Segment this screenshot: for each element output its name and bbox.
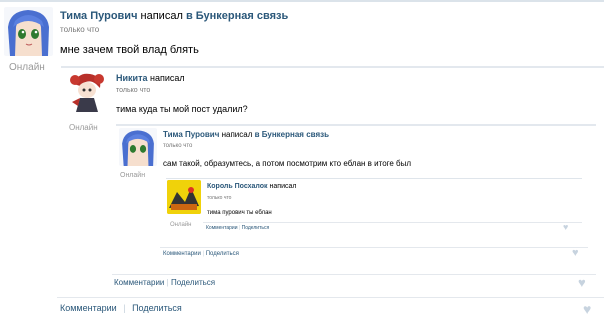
- repost3-verb: написал: [269, 183, 297, 190]
- repost1-footer-divider: [112, 274, 596, 275]
- repost3-header: Король Посхалок написал: [207, 183, 296, 190]
- repost3-actions: Комментарии | Поделиться: [206, 225, 269, 231]
- repost3-share-link[interactable]: Поделиться: [242, 225, 270, 231]
- repost2-group-link[interactable]: в Бункерная связь: [255, 130, 329, 139]
- repost2-author-avatar[interactable]: [119, 128, 157, 166]
- post-timestamp[interactable]: только что: [60, 25, 99, 34]
- repost2-text: сам такой, образумтесь, а потом посмотри…: [163, 159, 412, 168]
- repost2-header: Тима Пурович написал в Бункерная связь: [163, 130, 329, 139]
- meme-avatar-icon: [167, 180, 201, 214]
- repost2-timestamp[interactable]: только что: [163, 143, 192, 149]
- post-actions: Комментарии | Поделиться: [60, 303, 182, 313]
- post-author-avatar[interactable]: [4, 7, 53, 56]
- repost3-footer-divider: [203, 222, 582, 223]
- repost1-verb: написал: [150, 73, 185, 83]
- repost1-online-status: Онлайн: [69, 123, 98, 132]
- repost1-author-link[interactable]: Никита: [116, 73, 147, 83]
- repost3-separator: |: [238, 225, 241, 231]
- repost2-share-link[interactable]: Поделиться: [206, 251, 239, 257]
- repost1-actions: Комментарии | Поделиться: [114, 278, 215, 287]
- post-comments-link[interactable]: Комментарии: [60, 303, 117, 313]
- repost2-like-heart-icon[interactable]: ♥: [572, 247, 579, 259]
- repost2-top-divider: [116, 124, 596, 126]
- post-header: Тима Пурович написал в Бункерная связь: [60, 10, 288, 22]
- repost1-like-heart-icon[interactable]: ♥: [578, 275, 586, 290]
- repost3-author-avatar[interactable]: [167, 180, 201, 214]
- anime-avatar-icon: [122, 130, 154, 166]
- post-text: мне зачем твой влад блять: [60, 44, 199, 56]
- repost3-online-status: Онлайн: [170, 222, 192, 228]
- repost3-comments-link[interactable]: Комментарии: [206, 225, 238, 231]
- anime-avatar-icon: [8, 10, 49, 56]
- anime-avatar-icon: [70, 73, 104, 112]
- repost2-author-link[interactable]: Тима Пурович: [163, 130, 219, 139]
- repost1-share-link[interactable]: Поделиться: [171, 278, 215, 287]
- repost2-footer-divider: [160, 247, 588, 248]
- repost3-text: тима пурович ты еблан: [207, 210, 272, 216]
- repost1-text: тима куда ты мой пост удалил?: [116, 104, 248, 114]
- post-share-link[interactable]: Поделиться: [132, 303, 182, 313]
- repost1-author-avatar[interactable]: [66, 70, 108, 112]
- repost2-online-status: Онлайн: [120, 172, 146, 179]
- post-verb: написал: [140, 10, 183, 22]
- repost1-separator: |: [166, 278, 169, 287]
- repost3-timestamp[interactable]: только что: [207, 195, 231, 201]
- post-separator: |: [123, 303, 126, 313]
- repost1-header: Никита написал: [116, 73, 185, 83]
- top-divider: [0, 0, 604, 2]
- repost2-separator: |: [202, 251, 205, 257]
- repost1-comments-link[interactable]: Комментарии: [114, 278, 164, 287]
- post-group-link[interactable]: в Бункерная связь: [186, 10, 288, 22]
- repost3-like-heart-icon[interactable]: ♥: [563, 222, 568, 232]
- repost1-top-divider: [61, 66, 604, 68]
- repost2-actions: Комментарии | Поделиться: [163, 251, 239, 257]
- post-author-link[interactable]: Тима Пурович: [60, 10, 137, 22]
- repost1-timestamp[interactable]: только что: [116, 87, 150, 94]
- repost2-comments-link[interactable]: Комментарии: [163, 251, 201, 257]
- author-online-status: Онлайн: [9, 62, 45, 73]
- repost3-top-divider: [166, 178, 582, 179]
- post-like-heart-icon[interactable]: ♥: [583, 301, 591, 317]
- post-footer-divider: [57, 297, 604, 298]
- repost3-author-link[interactable]: Король Посхалок: [207, 183, 268, 190]
- repost2-verb: написал: [221, 130, 253, 139]
